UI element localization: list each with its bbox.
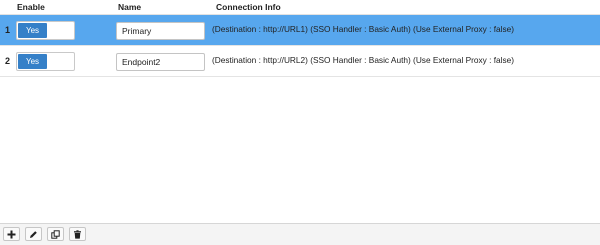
column-header-connection-info[interactable]: Connection Info [216, 2, 281, 12]
table-row[interactable]: 1 Yes Primary (Destination : http://URL1… [0, 15, 600, 46]
row-number: 2 [5, 56, 11, 66]
add-button[interactable] [3, 227, 20, 241]
table-header: Enable Name Connection Info [0, 0, 600, 15]
copy-button[interactable] [47, 227, 64, 241]
enable-toggle[interactable]: Yes [16, 21, 75, 40]
copy-icon [51, 230, 60, 239]
table-row[interactable]: 2 Yes Endpoint2 (Destination : http://UR… [0, 46, 600, 77]
connection-info-text: (Destination : http://URL1) (SSO Handler… [212, 24, 515, 34]
trash-icon [74, 230, 81, 239]
column-header-enable[interactable]: Enable [17, 2, 45, 12]
enable-toggle[interactable]: Yes [16, 52, 75, 71]
bottom-toolbar [0, 223, 600, 245]
connection-info-text: (Destination : http://URL2) (SSO Handler… [212, 55, 515, 65]
toggle-on-label: Yes [18, 54, 47, 69]
name-input[interactable]: Primary [116, 22, 205, 40]
name-input[interactable]: Endpoint2 [116, 53, 205, 71]
toggle-on-label: Yes [18, 23, 47, 38]
pencil-icon [30, 231, 37, 238]
delete-button[interactable] [69, 227, 86, 241]
plus-icon [7, 230, 16, 239]
row-number: 1 [5, 25, 11, 35]
edit-button[interactable] [25, 227, 42, 241]
column-header-name[interactable]: Name [118, 2, 141, 12]
